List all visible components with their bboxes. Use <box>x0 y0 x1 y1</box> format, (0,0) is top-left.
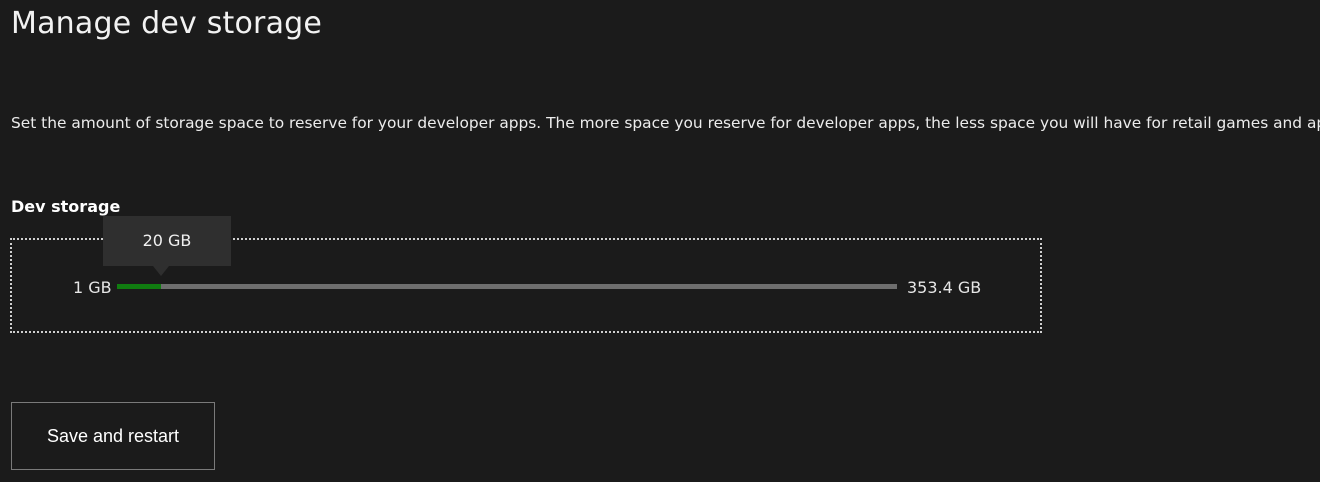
page-description: Set the amount of storage space to reser… <box>11 114 1320 132</box>
save-and-restart-button[interactable]: Save and restart <box>11 402 215 470</box>
dev-storage-label: Dev storage <box>11 197 121 216</box>
slider-tooltip-pointer <box>153 266 169 276</box>
page-title: Manage dev storage <box>11 6 323 41</box>
dev-storage-slider-track[interactable] <box>117 284 897 289</box>
slider-value-tooltip: 20 GB <box>103 216 231 266</box>
slider-min-label: 1 GB <box>73 278 112 297</box>
dev-storage-slider-fill <box>117 284 161 289</box>
slider-max-label: 353.4 GB <box>907 278 982 297</box>
